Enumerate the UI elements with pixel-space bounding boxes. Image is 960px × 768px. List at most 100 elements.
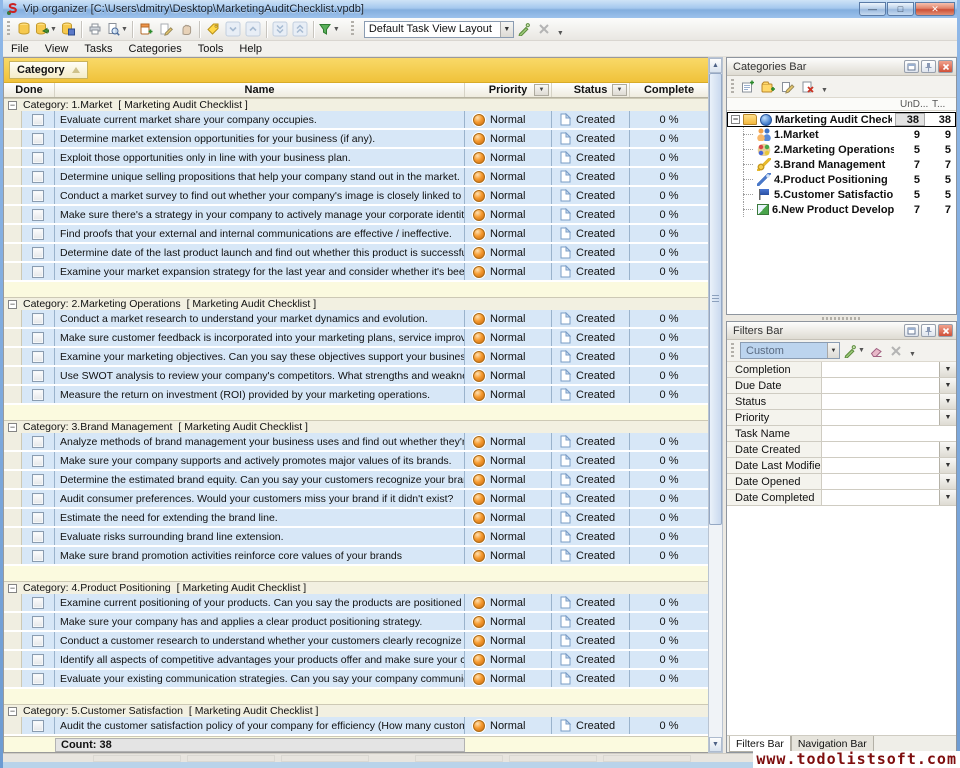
task-name-cell[interactable]: Make sure customer feedback is incorpora… — [55, 329, 465, 346]
task-name-cell[interactable]: Conduct a market research to understand … — [55, 310, 465, 327]
status-cell[interactable]: Created — [552, 187, 630, 204]
done-checkbox[interactable] — [32, 474, 44, 486]
complete-cell[interactable]: 0 % — [630, 509, 708, 526]
priority-cell[interactable]: Normal — [465, 471, 552, 488]
task-name-cell[interactable]: Evaluate your existing communication str… — [55, 670, 465, 687]
collapse-icon[interactable]: − — [731, 115, 740, 124]
complete-cell[interactable]: 0 % — [630, 613, 708, 630]
done-checkbox[interactable] — [32, 493, 44, 505]
priority-cell[interactable]: Normal — [465, 206, 552, 223]
filter-icon[interactable]: ▼ — [317, 19, 341, 39]
maximize-button[interactable]: □ — [887, 2, 914, 16]
close-panel-icon[interactable] — [938, 60, 953, 73]
priority-cell[interactable]: Normal — [465, 310, 552, 327]
scrollbar-track[interactable] — [709, 73, 722, 737]
task-row[interactable]: Audit consumer preferences. Would your c… — [4, 490, 708, 509]
status-cell[interactable]: Created — [552, 471, 630, 488]
status-cell[interactable]: Created — [552, 490, 630, 507]
filter-dropdown-button[interactable]: ▼ — [939, 410, 956, 425]
move-down-icon[interactable] — [223, 19, 243, 39]
done-checkbox[interactable] — [32, 436, 44, 448]
status-cell[interactable]: Created — [552, 225, 630, 242]
priority-cell[interactable]: Normal — [465, 528, 552, 545]
status-cell[interactable]: Created — [552, 717, 630, 734]
complete-cell[interactable]: 0 % — [630, 367, 708, 384]
status-cell[interactable]: Created — [552, 149, 630, 166]
toolbar-grip[interactable] — [7, 21, 10, 37]
complete-cell[interactable]: 0 % — [630, 594, 708, 611]
menu-tools[interactable]: Tools — [190, 42, 232, 56]
done-checkbox[interactable] — [32, 370, 44, 382]
column-header-undone[interactable]: UnD... — [900, 99, 932, 110]
status-cell[interactable]: Created — [552, 613, 630, 630]
status-cell[interactable]: Created — [552, 329, 630, 346]
complete-cell[interactable]: 0 % — [630, 670, 708, 687]
filter-preset-combo[interactable]: Custom ▼ — [740, 342, 840, 359]
status-cell[interactable]: Created — [552, 433, 630, 450]
done-checkbox[interactable] — [32, 531, 44, 543]
status-cell[interactable]: Created — [552, 168, 630, 185]
done-cell[interactable] — [22, 528, 55, 545]
priority-cell[interactable]: Normal — [465, 433, 552, 450]
filter-dropdown-button[interactable]: ▼ — [939, 394, 956, 409]
task-name-cell[interactable]: Conduct a market survey to find out whet… — [55, 187, 465, 204]
filter-value-cell[interactable] — [822, 474, 939, 489]
task-row[interactable]: Make sure your company supports and acti… — [4, 452, 708, 471]
task-name-cell[interactable]: Estimate the need for extending the bran… — [55, 509, 465, 526]
filter-value-cell[interactable] — [822, 458, 939, 473]
close-button[interactable]: ✕ — [915, 2, 955, 16]
move-up-icon[interactable] — [243, 19, 263, 39]
priority-cell[interactable]: Normal — [465, 111, 552, 128]
close-panel-icon[interactable] — [938, 324, 953, 337]
done-cell[interactable] — [22, 206, 55, 223]
apply-filter-icon[interactable]: ▼ — [842, 341, 866, 361]
toolbar-grip[interactable] — [731, 343, 734, 359]
done-checkbox[interactable] — [32, 228, 44, 240]
toolbar-overflow-icon[interactable]: ▼ — [909, 351, 916, 358]
filter-dropdown-button[interactable]: ▼ — [939, 362, 956, 377]
task-name-cell[interactable]: Make sure there's a strategy in your com… — [55, 206, 465, 223]
done-cell[interactable] — [22, 471, 55, 488]
task-name-cell[interactable]: Determine unique selling propositions th… — [55, 168, 465, 185]
chevron-down-icon[interactable]: ▼ — [827, 343, 839, 358]
complete-cell[interactable]: 0 % — [630, 717, 708, 734]
done-cell[interactable] — [22, 111, 55, 128]
tree-category-item[interactable]: 2.Marketing Operations 5 5 — [727, 142, 956, 157]
menu-file[interactable]: File — [3, 42, 37, 56]
task-row[interactable]: Determine market extension opportunities… — [4, 130, 708, 149]
priority-cell[interactable]: Normal — [465, 263, 552, 280]
complete-cell[interactable]: 0 % — [630, 433, 708, 450]
done-cell[interactable] — [22, 594, 55, 611]
done-checkbox[interactable] — [32, 190, 44, 202]
tree-category-item[interactable]: 3.Brand Management 7 7 — [727, 157, 956, 172]
done-checkbox[interactable] — [32, 654, 44, 666]
delete-layout-icon[interactable] — [534, 19, 554, 39]
task-row[interactable]: Evaluate current market share your compa… — [4, 111, 708, 130]
filter-dropdown-button[interactable]: ▼ — [939, 378, 956, 393]
complete-cell[interactable]: 0 % — [630, 452, 708, 469]
task-name-cell[interactable]: Measure the return on investment (ROI) p… — [55, 386, 465, 403]
task-name-cell[interactable]: Use SWOT analysis to review your company… — [55, 367, 465, 384]
collapse-icon[interactable]: − — [8, 584, 17, 593]
task-row[interactable]: Measure the return on investment (ROI) p… — [4, 386, 708, 405]
status-cell[interactable]: Created — [552, 244, 630, 261]
tree-category-item[interactable]: 1.Market 9 9 — [727, 127, 956, 142]
task-row[interactable]: Determine unique selling propositions th… — [4, 168, 708, 187]
priority-filter-dropdown[interactable]: ▼ — [534, 84, 549, 96]
new-task-icon[interactable] — [136, 19, 156, 39]
task-name-cell[interactable]: Determine market extension opportunities… — [55, 130, 465, 147]
done-cell[interactable] — [22, 348, 55, 365]
print-icon[interactable] — [85, 19, 105, 39]
done-cell[interactable] — [22, 613, 55, 630]
done-checkbox[interactable] — [32, 313, 44, 325]
open-database-icon[interactable]: ▼ — [34, 19, 58, 39]
task-name-cell[interactable]: Identify all aspects of competitive adva… — [55, 651, 465, 668]
priority-cell[interactable]: Normal — [465, 547, 552, 564]
done-checkbox[interactable] — [32, 332, 44, 344]
minimize-button[interactable]: — — [859, 2, 886, 16]
task-row[interactable]: Audit the customer satisfaction policy o… — [4, 717, 708, 736]
menu-tasks[interactable]: Tasks — [76, 42, 120, 56]
done-checkbox[interactable] — [32, 720, 44, 732]
priority-cell[interactable]: Normal — [465, 490, 552, 507]
complete-cell[interactable]: 0 % — [630, 206, 708, 223]
